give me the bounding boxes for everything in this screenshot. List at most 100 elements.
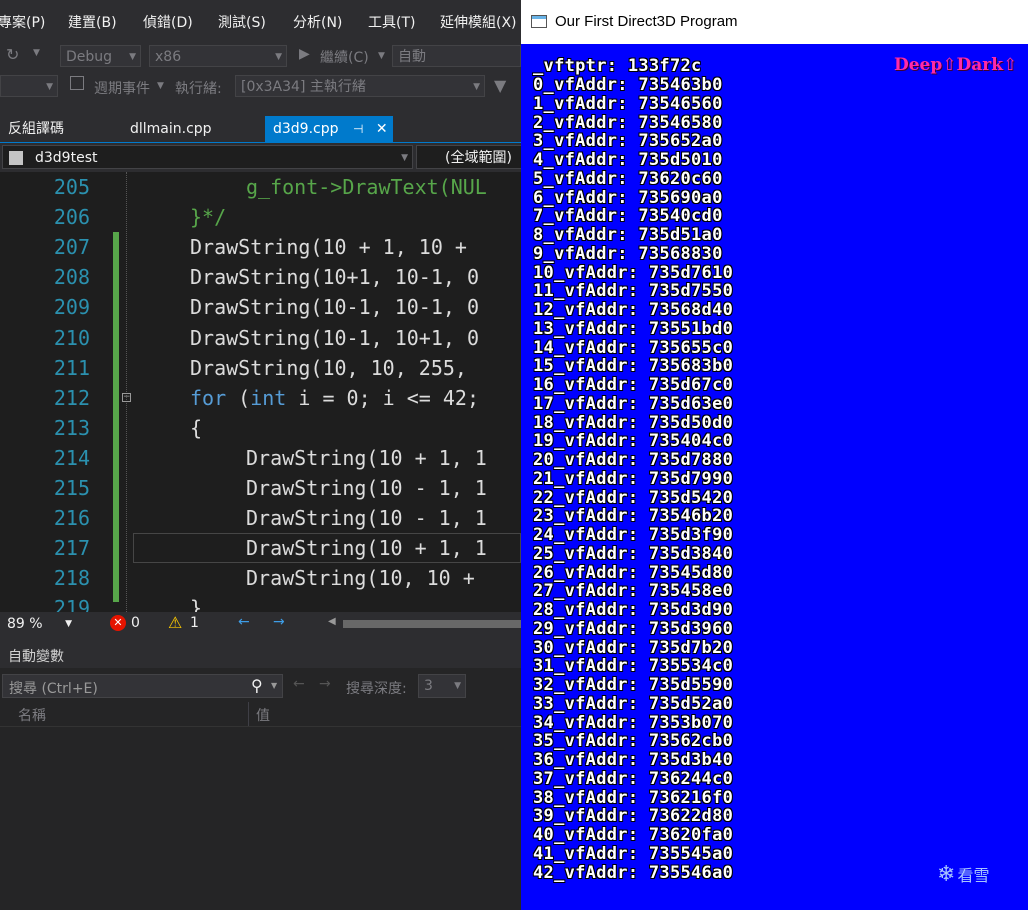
vfaddr-row: 26_vfAddr: 73545d80 xyxy=(533,562,734,583)
code-line: DrawString(10-1, 10+1, 0 xyxy=(190,326,479,350)
vfaddr-row: 7_vfAddr: 73540cd0 xyxy=(533,206,723,227)
menu-bar: 專案(P) 建置(B) 偵錯(D) 測試(S) 分析(N) 工具(T) 延伸模組… xyxy=(0,0,521,42)
search-back-icon[interactable]: ← xyxy=(293,676,305,692)
chevron-down-icon: ▼ xyxy=(65,619,72,629)
chevron-down-icon: ▼ xyxy=(129,52,136,62)
lifecycle-events-button[interactable]: 週期事件 xyxy=(94,78,150,98)
vfaddr-row: 5_vfAddr: 73620c60 xyxy=(533,168,723,189)
vfaddr-row: 25_vfAddr: 735d3840 xyxy=(533,543,734,564)
code-editor[interactable]: − 205 g_font->DrawText(NUL 206}*/ 207 DrawSt… xyxy=(0,172,521,612)
vfaddr-row: 39_vfAddr: 73622d80 xyxy=(533,806,734,827)
vfaddr-row: 8_vfAddr: 735d51a0 xyxy=(533,225,723,245)
menu-tools[interactable]: 工具(T) xyxy=(368,12,415,32)
vfaddr-row: 3_vfAddr: 735652a0 xyxy=(533,131,723,152)
nav-back-icon[interactable]: ← xyxy=(238,614,250,630)
vfaddr-row: 31_vfAddr: 735534c0 xyxy=(533,656,734,677)
search-icon[interactable]: ⚲ xyxy=(251,676,263,695)
chevron-down-icon: ▼ xyxy=(473,82,480,92)
search-dropdown-icon[interactable]: ▼ xyxy=(271,681,277,690)
continue-dropdown-icon[interactable]: ▼ xyxy=(378,51,385,61)
tab-disassembly[interactable]: 反組譯碼 xyxy=(0,116,72,142)
horizontal-scrollbar[interactable] xyxy=(343,620,521,628)
lifecycle-events-icon[interactable] xyxy=(70,76,84,90)
vfaddr-row: 22_vfAddr: 735d5420 xyxy=(533,487,734,508)
window-title: Our First Direct3D Program xyxy=(555,13,738,30)
code-token: DrawString(10 + 1, 1 xyxy=(246,445,487,470)
watermark-text: Deep⇧Dark⇧ xyxy=(894,55,1018,75)
continue-button[interactable]: 繼續(C) xyxy=(320,47,369,67)
column-name[interactable]: 名稱 xyxy=(18,705,46,725)
search-depth-combo[interactable]: 3 ▼ xyxy=(418,674,466,698)
platform-value: x86 xyxy=(155,49,182,65)
vfaddr-row: 9_vfAddr: 73568830 xyxy=(533,243,723,264)
collapse-icon[interactable]: − xyxy=(122,393,131,402)
warning-count: 1 xyxy=(190,615,199,631)
pin-icon[interactable]: ⊣ xyxy=(353,122,363,136)
direct3d-window: Our First Direct3D Program _vftptr: 133f… xyxy=(521,0,1028,910)
document-tabs: 反組譯碼 dllmain.cpp d3d9.cpp ⊣ ✕ xyxy=(0,116,521,144)
code-token: DrawString(10-1, 10+1, 0 xyxy=(190,325,479,350)
search-forward-icon[interactable]: → xyxy=(319,676,331,692)
change-tracking-bar xyxy=(113,232,119,602)
auto-combo[interactable]: 自動 xyxy=(392,45,521,67)
code-token: DrawString(10, 10 + xyxy=(246,566,475,591)
scroll-left-icon[interactable]: ◀ xyxy=(328,616,336,627)
process-combo[interactable]: ▼ xyxy=(0,75,58,97)
code-line: DrawString(10 + 1, 1 xyxy=(246,446,487,470)
autos-search-input[interactable]: 搜尋 (Ctrl+E) ⚲ ▼ xyxy=(2,674,283,698)
menu-project[interactable]: 專案(P) xyxy=(0,12,45,32)
menu-debug[interactable]: 偵錯(D) xyxy=(143,12,193,32)
project-combo[interactable]: d3d9test ▼ xyxy=(2,145,413,169)
menu-test[interactable]: 測試(S) xyxy=(218,12,266,32)
warning-icon[interactable]: ⚠ xyxy=(168,613,182,632)
code-token: DrawString(10 - 1, 1 xyxy=(246,476,487,500)
menu-build[interactable]: 建置(B) xyxy=(68,12,117,32)
code-token: DrawString(10 + 1, 1 xyxy=(246,536,487,561)
snowflake-logo: ❄ 看雪 xyxy=(937,862,989,887)
redo-icon[interactable]: ↻ xyxy=(6,45,19,64)
code-token: ( xyxy=(226,385,251,410)
line-number: 208 xyxy=(53,265,90,290)
scope-combo[interactable]: (全域範圍) xyxy=(416,145,521,169)
tab-label: 反組譯碼 xyxy=(8,121,64,137)
tab-dllmain[interactable]: dllmain.cpp xyxy=(122,116,220,142)
platform-combo[interactable]: x86 ▼ xyxy=(149,45,287,67)
auto-value: 自動 xyxy=(398,49,426,65)
play-icon[interactable]: ▶ xyxy=(299,46,310,62)
thread-combo[interactable]: [0x3A34] 主執行緒 ▼ xyxy=(235,75,485,97)
direct3d-render-area: _vftptr: 133f72c Deep⇧Dark⇧ ❄ 看雪 0_vfAddr… xyxy=(521,44,1028,910)
vfaddr-row: 41_vfAddr: 735545a0 xyxy=(533,843,734,864)
redo-dropdown-icon[interactable]: ▼ xyxy=(33,48,40,58)
editor-status-bar: 89 % ▼ ✕ 0 ⚠ 1 ← → ◀ xyxy=(0,612,521,636)
zoom-combo[interactable]: 89 % ▼ xyxy=(2,614,76,634)
menu-analyze[interactable]: 分析(N) xyxy=(293,12,342,32)
autos-title: 自動變數 xyxy=(8,649,64,665)
line-number: 205 xyxy=(53,175,90,199)
column-divider[interactable] xyxy=(248,702,249,726)
error-icon[interactable]: ✕ xyxy=(110,615,126,631)
configuration-value: Debug xyxy=(66,49,113,65)
line-number: 218 xyxy=(53,566,90,591)
tab-d3d9[interactable]: d3d9.cpp ⊣ ✕ xyxy=(265,116,393,142)
close-icon[interactable]: ✕ xyxy=(376,121,388,137)
menu-extensions[interactable]: 延伸模組(X) xyxy=(440,12,517,32)
window-title-bar[interactable]: Our First Direct3D Program xyxy=(521,0,1028,44)
code-line: g_font->DrawText(NUL xyxy=(246,175,487,199)
column-value[interactable]: 值 xyxy=(256,705,270,725)
zoom-value: 89 % xyxy=(7,616,43,632)
vfaddr-row: 16_vfAddr: 735d67c0 xyxy=(533,375,734,395)
configuration-combo[interactable]: Debug ▼ xyxy=(60,45,141,67)
search-depth-label: 搜尋深度: xyxy=(346,681,407,697)
tab-label: dllmain.cpp xyxy=(130,121,212,137)
vfaddr-row: 2_vfAddr: 73546580 xyxy=(533,112,723,133)
events-dropdown-icon[interactable]: ▼ xyxy=(157,81,164,91)
standard-toolbar: ↻ ▼ Debug ▼ x86 ▼ ▶ 繼續(C) ▼ 自動 xyxy=(0,42,521,70)
line-number: 219 xyxy=(53,596,90,612)
autos-panel: 自動變數 搜尋 (Ctrl+E) ⚲ ▼ ← → 搜尋深度: 3 ▼ 名稱 值 xyxy=(0,640,521,910)
filter-icon[interactable]: ▼ xyxy=(494,76,506,95)
line-number: 216 xyxy=(53,506,90,531)
nav-forward-icon[interactable]: → xyxy=(273,614,285,630)
code-line: DrawString(10, 10, 255, xyxy=(190,356,467,380)
code-token: for xyxy=(190,385,227,410)
code-token: } xyxy=(190,596,203,612)
